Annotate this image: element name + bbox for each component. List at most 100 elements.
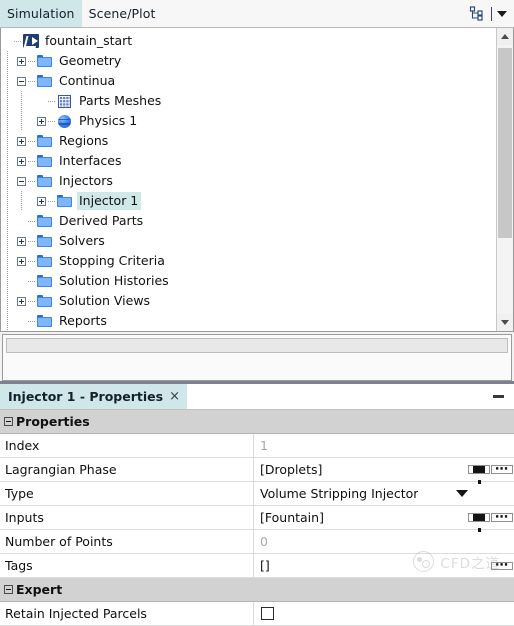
property-value-cell[interactable]: [Fountain] ⋯ <box>254 506 514 532</box>
properties-section-expert[interactable]: Expert <box>0 578 514 602</box>
tree-connector <box>28 220 35 222</box>
property-value-cell[interactable]: [] ⋯ <box>254 554 514 577</box>
checkbox[interactable] <box>261 607 274 620</box>
ellipsis-button[interactable]: ⋯ <box>491 511 513 524</box>
tree-expander-plus-icon[interactable] <box>35 191 48 211</box>
property-value-cell[interactable]: 0 <box>254 530 514 553</box>
tree-expander-plus-icon[interactable] <box>15 231 28 251</box>
tree-node-label: Injectors <box>59 173 113 188</box>
scroll-down-button[interactable] <box>497 314 513 331</box>
tabbar-actions <box>466 0 514 27</box>
scroll-thumb[interactable] <box>498 48 512 238</box>
tree-node-stopping-criteria[interactable]: Stopping Criteria <box>1 251 496 271</box>
tree-node-label: Continua <box>59 73 116 88</box>
tree-indent <box>1 311 15 331</box>
tree-filter-strip[interactable] <box>2 334 512 381</box>
tree-expander-minus-icon[interactable] <box>15 171 28 191</box>
tree-connector <box>28 240 35 242</box>
section-collapse-icon[interactable] <box>4 417 13 426</box>
property-value-cell[interactable]: 1 <box>254 434 514 457</box>
tree-node-derived-parts[interactable]: Derived Parts <box>1 211 496 231</box>
folder-icon <box>36 313 53 329</box>
properties-tab[interactable]: Injector 1 - Properties × <box>0 384 187 409</box>
property-row-index[interactable]: Index 1 <box>0 434 514 458</box>
tab-scene-plot-label: Scene/Plot <box>88 6 156 21</box>
tree-expander-plus-icon[interactable] <box>15 291 28 311</box>
tree-connector <box>28 260 35 262</box>
tree-node-regions[interactable]: Regions <box>1 131 496 151</box>
property-name: Lagrangian Phase <box>0 458 254 481</box>
tree-node-label: Derived Parts <box>59 213 144 228</box>
close-icon[interactable]: × <box>169 390 180 403</box>
property-value: [] <box>260 558 270 573</box>
tree-node-physics-1[interactable]: Physics 1 <box>1 111 496 131</box>
property-name: Number of Points <box>0 530 254 553</box>
section-title: Properties <box>16 414 90 429</box>
filter-input-bar[interactable] <box>6 338 508 353</box>
tree-connector <box>48 200 55 202</box>
dropdown-caret-icon[interactable] <box>456 490 469 497</box>
scroll-track[interactable] <box>497 45 513 314</box>
tree-node-label: Parts Meshes <box>79 93 162 108</box>
tree-node-reports[interactable]: Reports <box>1 311 496 331</box>
property-controls: ⋯ <box>468 511 514 532</box>
section-collapse-icon[interactable] <box>4 585 13 594</box>
folder-icon <box>56 193 73 209</box>
property-row-tags[interactable]: Tags [] ⋯ <box>0 554 514 578</box>
chevron-up-icon <box>501 34 509 39</box>
toolbar-divider <box>491 6 492 21</box>
property-value-cell[interactable]: [Droplets] ⋯ <box>254 458 514 484</box>
tree-expander-plus-icon[interactable] <box>15 131 28 151</box>
tree-node-label: Stopping Criteria <box>59 253 165 268</box>
tree-indent <box>15 111 35 131</box>
folder-icon <box>36 273 53 289</box>
tree-indent <box>1 111 15 131</box>
tree-node-label: fountain_start <box>45 33 133 48</box>
property-row-number-of-points[interactable]: Number of Points 0 <box>0 530 514 554</box>
tree-expander-plus-icon[interactable] <box>15 51 28 71</box>
tab-simulation[interactable]: Simulation <box>0 0 82 27</box>
property-value: 0 <box>260 534 268 549</box>
tree-expander-plus-icon[interactable] <box>15 151 28 171</box>
tree-indent <box>1 211 15 231</box>
property-value: [Droplets] <box>260 462 323 477</box>
tree-node-solution-histories[interactable]: Solution Histories <box>1 271 496 291</box>
folder-icon <box>36 233 53 249</box>
tree-expander-plus-icon[interactable] <box>15 251 28 271</box>
tree-node-fountain-start[interactable]: fountain_start <box>1 31 496 51</box>
ellipsis-button[interactable]: ⋯ <box>491 463 513 476</box>
tree-node-injector-1[interactable]: Injector 1 <box>1 191 496 211</box>
tree-connector <box>28 300 35 302</box>
property-row-lagrangian-phase[interactable]: Lagrangian Phase [Droplets] ⋯ <box>0 458 514 484</box>
tree-node-injectors[interactable]: Injectors <box>1 171 496 191</box>
property-value-cell[interactable]: Volume Stripping Injector <box>254 482 514 505</box>
tree-node-label: Solvers <box>59 233 105 248</box>
tab-scene-plot[interactable]: Scene/Plot <box>82 0 163 27</box>
scroll-up-button[interactable] <box>497 28 513 45</box>
tree-node-continua[interactable]: Continua <box>1 71 496 91</box>
chevron-down-icon[interactable] <box>497 10 507 17</box>
tree-node-interfaces[interactable]: Interfaces <box>1 151 496 171</box>
minimize-icon[interactable] <box>493 395 504 398</box>
tree-vertical-scrollbar[interactable] <box>496 28 513 331</box>
property-row-type[interactable]: Type Volume Stripping Injector <box>0 482 514 506</box>
folder-icon <box>36 53 53 69</box>
tree-expander-minus-icon[interactable] <box>15 71 28 91</box>
tree-expander-plus-icon[interactable] <box>35 111 48 131</box>
tree-node-label: Injector 1 <box>77 192 142 210</box>
property-row-inputs[interactable]: Inputs [Fountain] ⋯ <box>0 506 514 532</box>
property-value-cell[interactable] <box>254 602 514 625</box>
ellipsis-button[interactable]: ⋯ <box>491 559 513 572</box>
property-row-retain-injected-parcels[interactable]: Retain Injected Parcels <box>0 602 514 626</box>
tree-node-parts-meshes[interactable]: Parts Meshes <box>1 91 496 111</box>
tree-node-geometry[interactable]: Geometry <box>1 51 496 71</box>
tree-hierarchy-icon[interactable] <box>466 4 486 24</box>
filter-button[interactable] <box>468 465 490 484</box>
simulation-tree[interactable]: fountain_start Geometry Continua Parts Mesh… <box>1 28 496 331</box>
tree-node-solvers[interactable]: Solvers <box>1 231 496 251</box>
tree-node-solution-views[interactable]: Solution Views <box>1 291 496 311</box>
properties-section-properties[interactable]: Properties <box>0 410 514 434</box>
filter-button[interactable] <box>468 513 490 532</box>
